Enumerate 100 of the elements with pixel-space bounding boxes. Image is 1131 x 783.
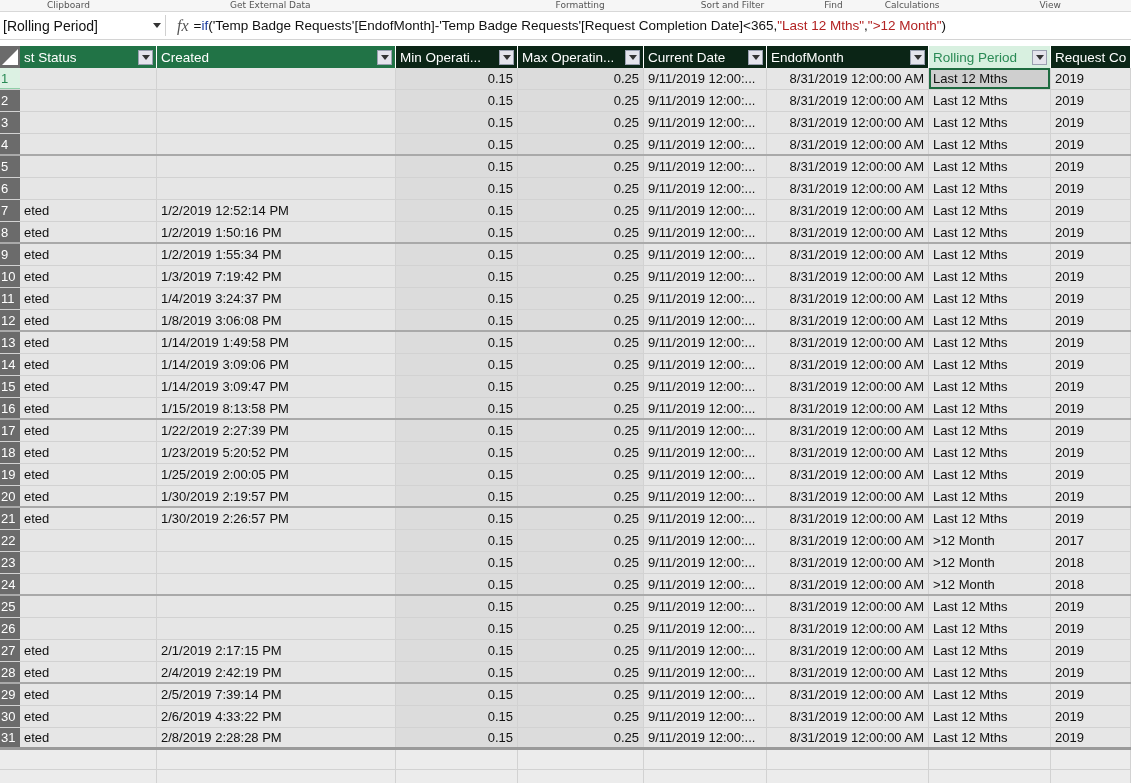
row-header[interactable]: 4 bbox=[0, 134, 20, 154]
row-header[interactable]: 2 bbox=[0, 90, 20, 111]
filter-dropdown-button[interactable] bbox=[499, 49, 514, 65]
table-cell: 2017 bbox=[1051, 530, 1131, 551]
row-header[interactable]: 21 bbox=[0, 508, 20, 529]
row-header[interactable]: 10 bbox=[0, 266, 20, 287]
table-cell: 2019 bbox=[1051, 134, 1131, 154]
table-cell: eted bbox=[20, 464, 157, 485]
table-cell: 0.25 bbox=[518, 662, 644, 682]
row-header[interactable]: 14 bbox=[0, 354, 20, 375]
table-cell: 8/31/2019 12:00:00 AM bbox=[767, 662, 929, 682]
table-cell: 9/11/2019 12:00:... bbox=[644, 508, 767, 529]
table-cell: 0.15 bbox=[396, 68, 518, 89]
select-all-corner[interactable] bbox=[0, 46, 20, 68]
table-cell: 2019 bbox=[1051, 508, 1131, 529]
column-header[interactable]: Created bbox=[157, 46, 396, 68]
row-header[interactable]: 1 bbox=[0, 68, 20, 89]
table-cell: 9/11/2019 12:00:... bbox=[644, 662, 767, 682]
ribbon-group-label: Formatting bbox=[555, 0, 605, 11]
row-header[interactable]: 7 bbox=[0, 200, 20, 221]
row-header[interactable]: 24 bbox=[0, 574, 20, 594]
filter-dropdown-button[interactable] bbox=[1032, 49, 1047, 65]
table-cell: 9/11/2019 12:00:... bbox=[644, 442, 767, 463]
column-header[interactable]: st Status bbox=[20, 46, 157, 68]
table-cell: eted bbox=[20, 266, 157, 287]
table-cell: 0.15 bbox=[396, 684, 518, 705]
fx-label[interactable]: fx bbox=[177, 16, 189, 35]
table-cell: 9/11/2019 12:00:... bbox=[644, 156, 767, 177]
row-header[interactable]: 29 bbox=[0, 684, 20, 705]
table-cell: 8/31/2019 12:00:00 AM bbox=[767, 156, 929, 177]
table-cell: eted bbox=[20, 354, 157, 375]
table-cell: 0.15 bbox=[396, 464, 518, 485]
table-cell: 9/11/2019 12:00:... bbox=[644, 310, 767, 330]
name-box[interactable]: [Rolling Period] bbox=[1, 15, 166, 36]
table-cell: 8/31/2019 12:00:00 AM bbox=[767, 618, 929, 639]
column-header[interactable]: Rolling Period bbox=[929, 46, 1051, 68]
row-header[interactable]: 18 bbox=[0, 442, 20, 463]
row-header[interactable]: 13 bbox=[0, 332, 20, 353]
table-cell: 0.15 bbox=[396, 596, 518, 617]
table-cell: 8/31/2019 12:00:00 AM bbox=[767, 222, 929, 242]
row-header[interactable]: 30 bbox=[0, 706, 20, 727]
table-cell: 0.25 bbox=[518, 200, 644, 221]
caret-icon bbox=[141, 54, 150, 60]
table-cell: 0.25 bbox=[518, 552, 644, 573]
row-header[interactable]: 8 bbox=[0, 222, 20, 242]
row-header[interactable]: 26 bbox=[0, 618, 20, 639]
row-header[interactable]: 15 bbox=[0, 376, 20, 397]
ribbon-group-label: View bbox=[1039, 0, 1061, 11]
row-header[interactable]: 9 bbox=[0, 244, 20, 265]
table-cell: Last 12 Mths bbox=[929, 728, 1051, 747]
row-header[interactable]: 23 bbox=[0, 552, 20, 573]
table-cell: Last 12 Mths bbox=[929, 464, 1051, 485]
table-cell: 2019 bbox=[1051, 332, 1131, 353]
filter-dropdown-button[interactable] bbox=[748, 49, 763, 65]
table-cell: 0.15 bbox=[396, 618, 518, 639]
column-header[interactable]: Min Operati... bbox=[396, 46, 518, 68]
formula-field[interactable]: =if('Temp Badge Requests'[EndofMonth]-'Temp Badge Requests'[Request Completion Date]<365,"Last 12 Mths",">12 Month") bbox=[193, 18, 1131, 33]
column-header[interactable]: Current Date bbox=[644, 46, 767, 68]
row-header[interactable]: 31 bbox=[0, 728, 20, 747]
filter-dropdown-button[interactable] bbox=[910, 49, 925, 65]
row-header[interactable]: 27 bbox=[0, 640, 20, 661]
row-header[interactable]: 28 bbox=[0, 662, 20, 682]
row-header[interactable]: 11 bbox=[0, 288, 20, 309]
row-header[interactable]: 25 bbox=[0, 596, 20, 617]
table-cell: 0.15 bbox=[396, 90, 518, 111]
table-cell: 8/31/2019 12:00:00 AM bbox=[767, 310, 929, 330]
table-cell: 0.25 bbox=[518, 398, 644, 418]
table-cell: 2019 bbox=[1051, 156, 1131, 177]
table-cell: 9/11/2019 12:00:... bbox=[644, 332, 767, 353]
table-cell: eted bbox=[20, 376, 157, 397]
row-header[interactable]: 12 bbox=[0, 310, 20, 330]
table-cell: eted bbox=[20, 244, 157, 265]
table-cell: Last 12 Mths bbox=[929, 156, 1051, 177]
table-cell: 9/11/2019 12:00:... bbox=[644, 288, 767, 309]
row-header[interactable]: 16 bbox=[0, 398, 20, 418]
table-cell: 0.25 bbox=[518, 618, 644, 639]
row-header[interactable]: 20 bbox=[0, 486, 20, 506]
row-header[interactable]: 6 bbox=[0, 178, 20, 199]
row-header[interactable]: 3 bbox=[0, 112, 20, 133]
filter-dropdown-button[interactable] bbox=[377, 49, 392, 65]
column-header[interactable]: EndofMonth bbox=[767, 46, 929, 68]
filter-dropdown-button[interactable] bbox=[138, 49, 153, 65]
row-header[interactable]: 17 bbox=[0, 420, 20, 441]
row-header[interactable]: 5 bbox=[0, 156, 20, 177]
ribbon-group-label: Sort and Filter bbox=[700, 0, 765, 11]
filter-dropdown-button[interactable] bbox=[625, 49, 640, 65]
table-cell: 0.25 bbox=[518, 68, 644, 89]
table-cell: 0.15 bbox=[396, 442, 518, 463]
row-header[interactable]: 22 bbox=[0, 530, 20, 551]
table-cell: Last 12 Mths bbox=[929, 618, 1051, 639]
column-header[interactable]: Request Co bbox=[1051, 46, 1131, 68]
row-header[interactable]: 19 bbox=[0, 464, 20, 485]
table-cell: eted bbox=[20, 640, 157, 661]
table-cell: 8/31/2019 12:00:00 AM bbox=[767, 464, 929, 485]
table-cell: 2019 bbox=[1051, 662, 1131, 682]
table-cell: 0.15 bbox=[396, 332, 518, 353]
column-header[interactable]: Max Operatin... bbox=[518, 46, 644, 68]
table-cell: 2019 bbox=[1051, 200, 1131, 221]
dropdown-caret-icon[interactable] bbox=[153, 23, 161, 28]
table-cell: 0.25 bbox=[518, 266, 644, 287]
